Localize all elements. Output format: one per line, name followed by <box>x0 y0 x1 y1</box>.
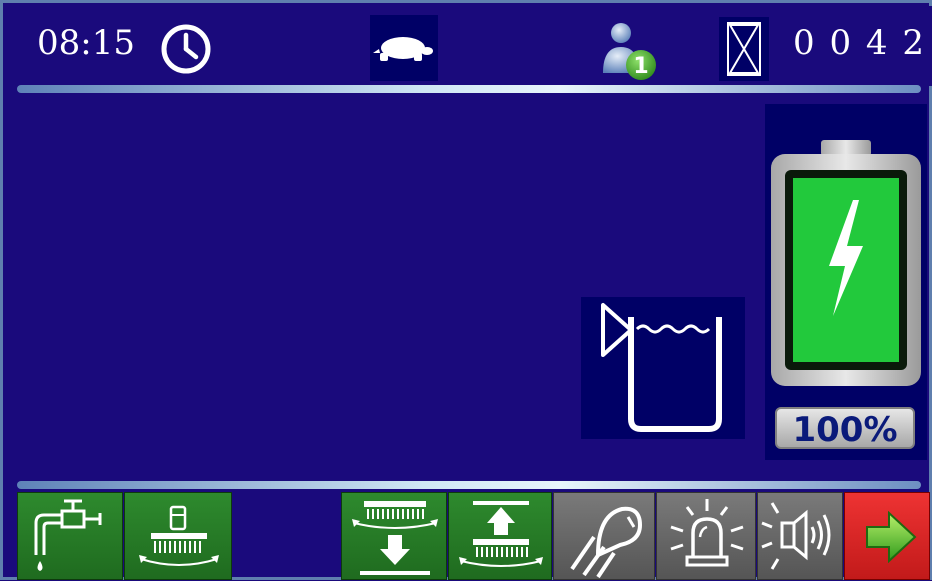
hour-meter-indicator <box>719 17 769 81</box>
water-tank-icon <box>601 303 722 432</box>
speed-mode-indicator <box>370 15 438 81</box>
user-level-icon: 1 <box>603 23 656 80</box>
horn-button[interactable] <box>757 492 843 580</box>
battery-percentage: 100% <box>775 407 915 450</box>
water-tap-button[interactable] <box>17 492 123 580</box>
beacon-light-button[interactable] <box>656 492 756 580</box>
screen-frame: 08:15 1 0 0 4 2 100% <box>0 0 932 580</box>
user-level-number: 1 <box>633 54 648 79</box>
work-light-icon <box>570 506 643 579</box>
brush-up-button[interactable] <box>448 492 552 580</box>
brush-up-icon <box>459 501 543 567</box>
next-page-button[interactable] <box>844 492 930 580</box>
arrow-right-icon <box>866 510 917 564</box>
battery-charging-icon <box>771 140 921 386</box>
horn-icon <box>761 502 831 570</box>
beacon-icon <box>670 499 744 567</box>
clock-icon <box>161 24 211 74</box>
water-tap-icon <box>34 499 102 571</box>
clock-time: 08:15 <box>37 23 135 63</box>
hour-meter-value: 0 0 4 2 <box>793 23 926 63</box>
brush-down-button[interactable] <box>341 492 447 580</box>
turtle-icon <box>373 37 433 61</box>
water-tank-indicator <box>581 297 745 439</box>
work-light-button[interactable] <box>553 492 655 580</box>
brush-pressure-button[interactable] <box>124 492 232 580</box>
brush-down-icon <box>352 501 438 575</box>
brush-pressure-icon <box>139 505 219 566</box>
bottom-divider <box>17 481 921 489</box>
hourglass-icon <box>727 22 761 76</box>
top-divider <box>17 85 921 93</box>
